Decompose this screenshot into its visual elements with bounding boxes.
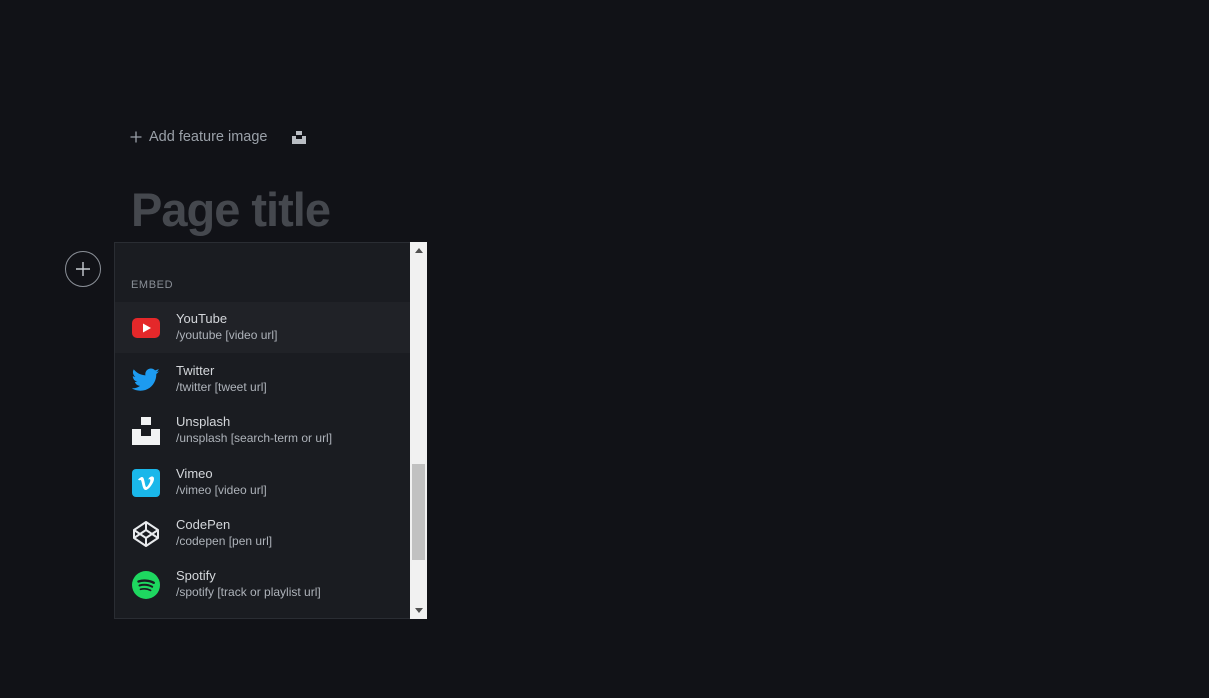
menu-item-codepen[interactable]: CodePen /codepen [pen url] — [115, 508, 410, 559]
page-title[interactable]: Page title — [131, 180, 331, 240]
section-label: EMBED — [131, 279, 174, 291]
menu-item-text: Spotify /spotify [track or playlist url] — [176, 568, 321, 601]
menu-item-name: Vimeo — [176, 466, 213, 481]
menu-item-name: Unsplash — [176, 414, 231, 429]
chevron-up-icon — [414, 248, 423, 253]
add-card-button[interactable] — [65, 251, 101, 287]
unsplash-icon[interactable] — [291, 130, 306, 144]
menu-item-text: YouTube /youtube [video url] — [176, 311, 277, 344]
codepen-icon — [132, 520, 160, 548]
youtube-icon — [132, 314, 160, 342]
scroll-up-arrow[interactable] — [410, 242, 427, 259]
spotify-icon — [132, 570, 160, 599]
menu-item-name: YouTube — [176, 311, 228, 326]
twitter-icon — [132, 366, 160, 394]
add-feature-image-label: Add feature image — [149, 129, 268, 145]
feature-image-row: Add feature image — [130, 126, 306, 148]
menu-item-name: Spotify — [176, 568, 216, 583]
menu-item-vimeo[interactable]: Vimeo /vimeo [video url] — [115, 457, 410, 508]
menu-item-command: /spotify [track or playlist url] — [176, 585, 321, 599]
scrollbar-thumb[interactable] — [412, 464, 425, 560]
menu-item-spotify[interactable]: Spotify /spotify [track or playlist url] — [115, 559, 410, 610]
add-feature-image-button[interactable]: Add feature image — [130, 129, 268, 145]
menu-item-twitter[interactable]: Twitter /twitter [tweet url] — [115, 354, 410, 405]
menu-item-name: Twitter — [176, 363, 215, 378]
menu-item-text: Unsplash /unsplash [search-term or url] — [176, 414, 332, 447]
vimeo-icon — [132, 468, 160, 497]
menu-item-command: /twitter [tweet url] — [176, 380, 267, 394]
unsplash-icon — [132, 416, 160, 445]
menu-item-command: /youtube [video url] — [176, 328, 278, 342]
menu-item-command: /vimeo [video url] — [176, 483, 267, 497]
card-menu: EMBED YouTube /youtube [video url] Twitt… — [114, 242, 410, 619]
scroll-down-arrow[interactable] — [410, 602, 427, 619]
plus-icon — [130, 131, 142, 143]
menu-item-text: Twitter /twitter [tweet url] — [176, 363, 267, 396]
menu-scrollbar[interactable] — [410, 242, 427, 619]
menu-item-name: CodePen — [176, 517, 231, 532]
menu-item-youtube[interactable]: YouTube /youtube [video url] — [115, 302, 410, 353]
chevron-down-icon — [414, 608, 423, 613]
plus-icon — [76, 262, 90, 276]
menu-item-command: /codepen [pen url] — [176, 534, 273, 548]
menu-item-command: /unsplash [search-term or url] — [176, 431, 333, 445]
menu-item-unsplash[interactable]: Unsplash /unsplash [search-term or url] — [115, 405, 410, 456]
menu-item-text: Vimeo /vimeo [video url] — [176, 466, 267, 499]
menu-item-text: CodePen /codepen [pen url] — [176, 517, 272, 550]
